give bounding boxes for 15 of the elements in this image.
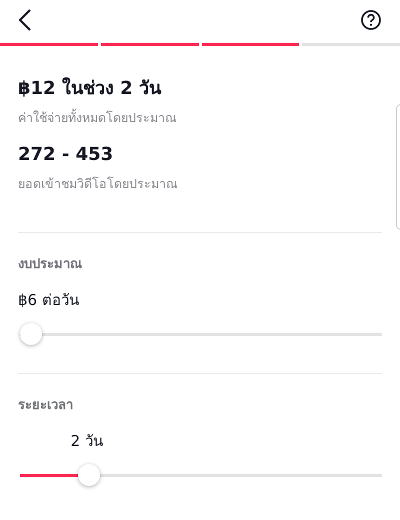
setting-value: ฿6 ต่อวัน bbox=[18, 290, 79, 311]
help-icon bbox=[361, 10, 381, 30]
estimate-value: 272 - 453 bbox=[18, 143, 114, 167]
estimate-caption: ยอดเข้าชมวิดีโอโดยประมาณ bbox=[18, 175, 179, 193]
slider[interactable] bbox=[20, 323, 382, 347]
back-icon bbox=[19, 9, 31, 31]
slider-thumb[interactable] bbox=[20, 323, 42, 345]
estimate-value: ฿12 ในช่วง 2 วัน bbox=[18, 76, 162, 101]
estimate-caption: ค่าใช้จ่ายทั้งหมดโดยประมาณ bbox=[18, 108, 178, 127]
slider[interactable] bbox=[20, 464, 382, 488]
slider-thumb[interactable] bbox=[78, 464, 100, 486]
help-button[interactable] bbox=[360, 9, 382, 31]
setting-value: 2 วัน bbox=[70, 431, 103, 452]
setting-label: งบประมาณ bbox=[18, 256, 83, 274]
setting-label: ระยะเวลา bbox=[18, 397, 74, 415]
